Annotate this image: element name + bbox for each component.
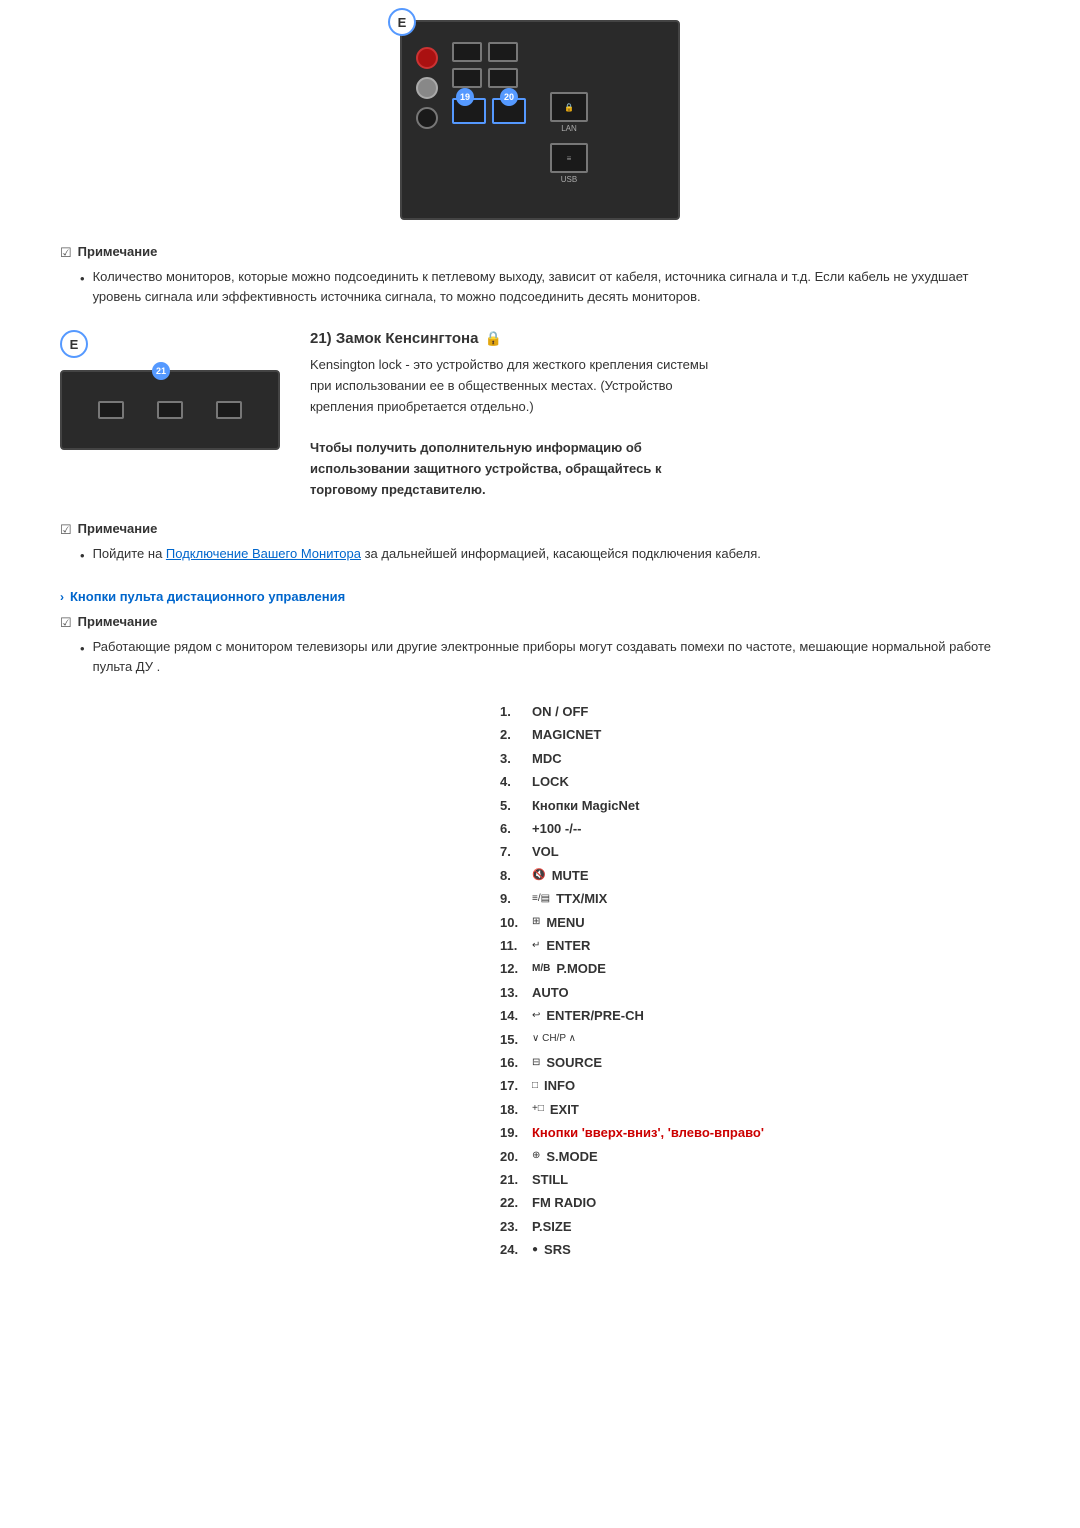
- note-icon-3: ☑: [60, 615, 72, 631]
- remote-heading: › Кнопки пульта дистационного управления: [60, 589, 1020, 604]
- section-21-title: 21) Замок Кенсингтона 🔒: [310, 330, 730, 347]
- remote-item: 18.+□EXIT: [500, 1098, 1020, 1121]
- note-title-1: Примечание: [78, 244, 158, 259]
- kensington-connector-diagram: 21: [60, 370, 280, 450]
- bullet-dot-2: •: [80, 546, 85, 566]
- top-connector-image: E: [60, 20, 1020, 220]
- note-content-3: • Работающие рядом с монитором телевизор…: [80, 637, 1020, 676]
- remote-item: 3.MDC: [500, 747, 1020, 770]
- kensington-description: 21) Замок Кенсингтона 🔒 Kensington lock …: [310, 330, 730, 501]
- remote-item: 12.M/BP.MODE: [500, 957, 1020, 980]
- bullet-dot-3: •: [80, 639, 85, 676]
- remote-item: 9.≡/▤TTX/MIX: [500, 887, 1020, 910]
- label-e-kensington: E: [60, 330, 88, 358]
- note-header-2: ☑ Примечание: [60, 521, 1020, 538]
- bullet-item-3: • Работающие рядом с монитором телевизор…: [80, 637, 1020, 676]
- remote-item: 20.⊕S.MODE: [500, 1145, 1020, 1168]
- remote-item: 16.⊟SOURCE: [500, 1051, 1020, 1074]
- remote-item: 23.P.SIZE: [500, 1215, 1020, 1238]
- remote-item: 7.VOL: [500, 840, 1020, 863]
- note-section-3: ☑ Примечание • Работающие рядом с монито…: [60, 614, 1020, 676]
- bullet-dot-1: •: [80, 269, 85, 306]
- remote-item: 6.+100 -/--: [500, 817, 1020, 840]
- remote-item: 17.□INFO: [500, 1074, 1020, 1097]
- remote-section-header: › Кнопки пульта дистационного управления: [60, 589, 1020, 604]
- remote-heading-text: Кнопки пульта дистационного управления: [70, 589, 345, 604]
- note-icon-2: ☑: [60, 522, 72, 538]
- connector-diagram-top: E: [400, 20, 680, 220]
- remote-item: 8.🔇MUTE: [500, 864, 1020, 887]
- remote-item: 11.↵ENTER: [500, 934, 1020, 957]
- bullet-text-3: Работающие рядом с монитором телевизоры …: [93, 637, 1020, 676]
- remote-item: 22.FM RADIO: [500, 1191, 1020, 1214]
- note-icon-1: ☑: [60, 245, 72, 261]
- lan-label: LAN: [561, 124, 577, 133]
- bullet-text-1: Количество мониторов, которые можно подс…: [93, 267, 1020, 306]
- note-section-1: ☑ Примечание • Количество мониторов, кот…: [60, 244, 1020, 306]
- remote-item: 21.STILL: [500, 1168, 1020, 1191]
- label-e-top: E: [388, 8, 416, 36]
- remote-item: 10.⊞MENU: [500, 911, 1020, 934]
- note-header-3: ☑ Примечание: [60, 614, 1020, 631]
- remote-item: 24.●SRS: [500, 1238, 1020, 1261]
- badge-20: 20: [500, 88, 518, 106]
- remote-item: 1.ON / OFF: [500, 700, 1020, 723]
- note-content-1: • Количество мониторов, которые можно по…: [80, 267, 1020, 306]
- kensington-desc1: Kensington lock - это устройство для жес…: [310, 355, 710, 501]
- remote-item: 14.↩ENTER/PRE-CH: [500, 1004, 1020, 1027]
- kensington-section: E 21 21) Замок Кенсингтона 🔒 Kensington …: [60, 330, 1020, 501]
- note-title-3: Примечание: [78, 614, 158, 629]
- remote-control-list: 1.ON / OFF2.MAGICNET3.MDC4.LOCK5.Кнопки …: [500, 700, 1020, 1261]
- remote-item: 5.Кнопки MagicNet: [500, 794, 1020, 817]
- remote-item: 15.∨ CH/P ∧: [500, 1028, 1020, 1051]
- badge-21: 21: [152, 362, 170, 380]
- badge-19: 19: [456, 88, 474, 106]
- note-title-2: Примечание: [78, 521, 158, 536]
- kensington-desc2: Чтобы получить дополнительную информацию…: [310, 438, 710, 500]
- arrow-icon: ›: [60, 590, 64, 604]
- bullet-item-1: • Количество мониторов, которые можно по…: [80, 267, 1020, 306]
- remote-item: 19.Кнопки 'вверх-вниз', 'влево-вправо': [500, 1121, 1020, 1144]
- bullet-text-2: Пойдите на Подключение Вашего Монитора з…: [93, 544, 761, 566]
- note-content-2: • Пойдите на Подключение Вашего Монитора…: [80, 544, 1020, 566]
- note-section-2: ☑ Примечание • Пойдите на Подключение Ва…: [60, 521, 1020, 566]
- remote-item: 4.LOCK: [500, 770, 1020, 793]
- lock-icon: 🔒: [484, 330, 501, 347]
- remote-item: 13.AUTO: [500, 981, 1020, 1004]
- remote-item: 2.MAGICNET: [500, 723, 1020, 746]
- bullet-item-2: • Пойдите на Подключение Вашего Монитора…: [80, 544, 1020, 566]
- usb-label: USB: [561, 175, 577, 184]
- monitor-link[interactable]: Подключение Вашего Монитора: [166, 546, 361, 561]
- note-header-1: ☑ Примечание: [60, 244, 1020, 261]
